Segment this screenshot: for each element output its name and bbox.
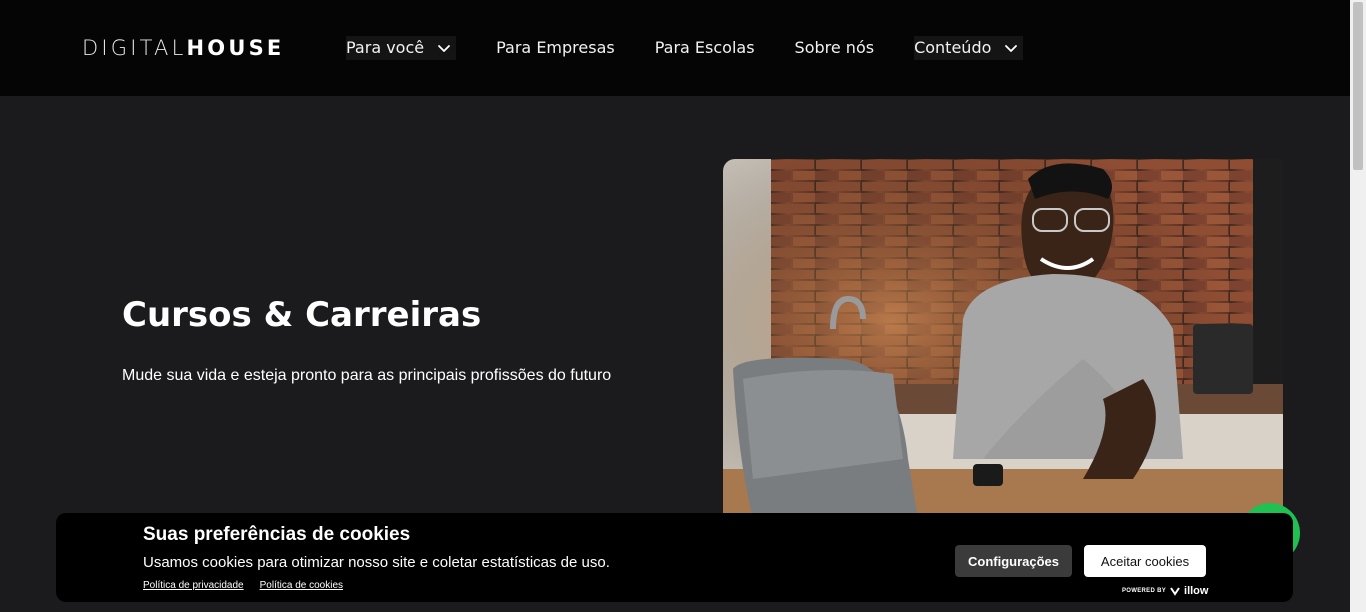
hero-title: Cursos & Carreiras (122, 295, 482, 335)
nav-item-label: Para Empresas (496, 38, 615, 57)
page-scrollbar[interactable] (1350, 0, 1366, 612)
cookie-settings-button[interactable]: Configurações (955, 545, 1072, 577)
cookie-text: Usamos cookies para otimizar nosso site … (143, 554, 610, 571)
powered-by-text: POWERED BY (1122, 588, 1167, 594)
powered-by-brand: illow (1184, 585, 1209, 597)
cookie-banner: Suas preferências de cookies Usamos cook… (56, 513, 1293, 602)
nav-item-label: Conteúdo (914, 38, 992, 57)
nav-item-para-empresas[interactable]: Para Empresas (496, 36, 615, 60)
cookie-links: Política de privacidade Política de cook… (143, 580, 343, 591)
scrollbar-thumb[interactable] (1353, 2, 1363, 170)
chevron-down-icon (1005, 45, 1018, 52)
cookie-policy-link[interactable]: Política de cookies (260, 580, 343, 591)
man-with-laptop-illustration (723, 159, 1283, 519)
privacy-policy-link[interactable]: Política de privacidade (143, 580, 244, 591)
logo-text-light: DIGITAL (82, 36, 187, 60)
nav-item-label: Sobre nós (794, 38, 875, 57)
nav-item-conteudo[interactable]: Conteúdo (914, 36, 1024, 60)
hero-subtitle: Mude sua vida e esteja pronto para as pr… (122, 367, 612, 384)
cookie-title: Suas preferências de cookies (143, 524, 411, 545)
logo-text-bold: HOUSE (186, 36, 285, 60)
nav-item-label: Para você (346, 38, 425, 57)
nav-item-label: Para Escolas (654, 38, 755, 57)
top-navigation-bar: DIGITALHOUSE Para você Para Empresas Par… (0, 0, 1350, 96)
hero-photo (723, 159, 1283, 519)
accept-cookies-button[interactable]: Aceitar cookies (1084, 545, 1206, 577)
illow-logo-icon (1170, 587, 1180, 596)
nav-item-para-voce[interactable]: Para você (346, 36, 457, 60)
powered-by-illow[interactable]: POWERED BY illow (1122, 585, 1208, 597)
chevron-down-icon (438, 45, 451, 52)
main-nav: Para você Para Empresas Para Escolas Sob… (346, 36, 1024, 60)
nav-item-sobre-nos[interactable]: Sobre nós (795, 36, 875, 60)
nav-item-para-escolas[interactable]: Para Escolas (655, 36, 755, 60)
digital-house-logo[interactable]: DIGITALHOUSE (82, 36, 284, 60)
